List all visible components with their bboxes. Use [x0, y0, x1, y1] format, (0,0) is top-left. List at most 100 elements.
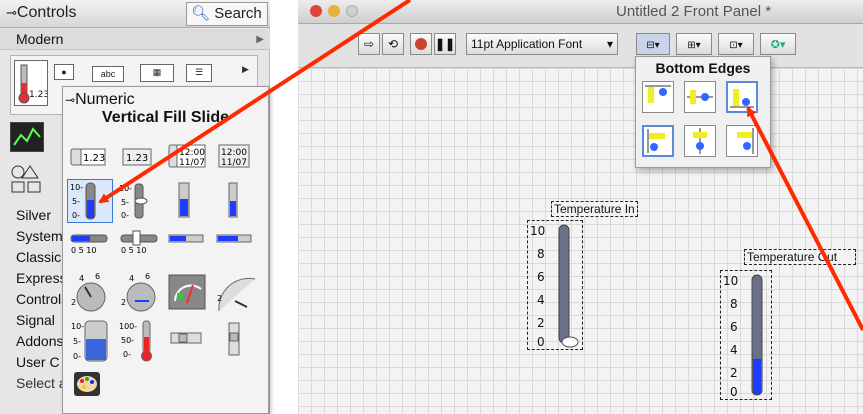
minimize-button[interactable]	[328, 5, 340, 17]
align-bottom-edges-button[interactable]	[726, 81, 758, 113]
timestamp-indicator[interactable]: 12:00 11/07	[215, 141, 257, 177]
align-top-edges-button[interactable]	[642, 81, 674, 113]
font-dropdown[interactable]: 11pt Application Font ▾	[466, 33, 618, 55]
category-silver[interactable]: Silver	[0, 205, 65, 226]
horizontal-graduated-bar[interactable]	[215, 227, 257, 263]
distribute-objects-button[interactable]: ⊞▾	[676, 33, 712, 55]
tank[interactable]: 10- 5- 0-	[69, 319, 111, 363]
toolbar: ⇨ ⟲ ❚❚ 11pt Application Font ▾ ⊟▾ ⊞▾ ⊡▾ …	[298, 24, 863, 68]
temperature-out-label[interactable]: Temperature Out	[744, 249, 856, 265]
temperature-in-label[interactable]: Temperature In	[551, 201, 638, 217]
temperature-out-scale: 10 8 6 4 2 0	[723, 274, 738, 399]
tick-label: 4	[537, 293, 545, 307]
gauge[interactable]: 2	[215, 271, 257, 313]
thermometer-icon: 1.23	[18, 64, 49, 104]
search-button[interactable]: 🔍︎ Search	[186, 2, 268, 26]
align-objects-button[interactable]: ⊟▾	[636, 33, 670, 55]
run-continuously-icon: ⟲	[387, 37, 399, 51]
array-icon[interactable]: ▦	[140, 64, 174, 82]
numeric-subpalette: ⊸Numeric Vertical Fill Slide 1.23 1.23 1…	[62, 86, 269, 414]
align-right-edges-button[interactable]	[726, 125, 758, 157]
tick-label: 2	[730, 366, 738, 380]
right-edges-icon	[737, 128, 754, 154]
svg-text:11/07: 11/07	[179, 158, 205, 168]
window-titlebar: Untitled 2 Front Panel *	[298, 0, 863, 24]
horizontal-progress-bar[interactable]	[167, 227, 209, 263]
meter[interactable]	[167, 271, 209, 313]
category-system[interactable]: System	[0, 226, 65, 247]
category-signal[interactable]: Signal	[0, 310, 65, 331]
category-user-controls[interactable]: User C	[0, 352, 65, 373]
magnifier-icon: 🔍︎	[191, 5, 211, 22]
modern-left-strip	[0, 116, 62, 206]
horizontal-pointer-slide[interactable]: 0 5 10	[119, 227, 161, 263]
reorder-icon: ✪▾	[770, 39, 786, 51]
vertical-graduated-bar[interactable]	[215, 181, 257, 218]
vertical-fill-slide[interactable]: 10- 5- 0-	[67, 179, 113, 223]
category-modern[interactable]: Modern ▶	[0, 29, 270, 50]
graph-icon[interactable]	[10, 122, 44, 152]
tick-label: 2	[537, 316, 545, 330]
run-continuously-button[interactable]: ⟲	[382, 33, 404, 55]
horizontal-fill-slide[interactable]: 0 5 10	[69, 227, 111, 263]
pin-icon[interactable]: ⊸	[65, 93, 75, 107]
temperature-out-slide[interactable]: 10 8 6 4 2 0	[720, 270, 772, 400]
align-popup-title: Bottom Edges	[655, 60, 751, 76]
numeric-category-icon[interactable]: 1.23	[14, 60, 49, 106]
svg-text:100-: 100-	[119, 322, 137, 331]
align-popup: Bottom Edges	[635, 56, 771, 168]
horizontal-scrollbar[interactable]	[167, 323, 209, 359]
run-button[interactable]: ⇨	[358, 33, 380, 55]
close-button[interactable]	[310, 5, 322, 17]
align-left-edges-button[interactable]	[642, 125, 674, 157]
dial[interactable]: 2 4 6	[119, 271, 161, 313]
temperature-in-slide[interactable]: 10 8 6 4 2 0	[527, 220, 583, 350]
resize-objects-button[interactable]: ⊡▾	[718, 33, 754, 55]
category-addons[interactable]: Addons	[0, 331, 65, 352]
pin-icon[interactable]: ⊸	[6, 5, 17, 20]
svg-text:1.23: 1.23	[126, 153, 148, 164]
color-box[interactable]	[71, 369, 103, 399]
thermometer[interactable]: 100- 50- 0-	[119, 319, 161, 363]
left-edges-icon	[647, 129, 665, 153]
palette-title: ⊸Controls	[6, 4, 77, 21]
temperature-in-pointer[interactable]	[561, 336, 579, 348]
zoom-button[interactable]	[346, 5, 358, 17]
tick-label: 8	[730, 297, 738, 311]
timestamp-control[interactable]: 12:00 11/07	[167, 141, 209, 177]
align-horizontal-centers-button[interactable]	[684, 125, 716, 157]
numeric-indicator[interactable]: 1.23	[119, 141, 161, 177]
knob[interactable]: 2 4 6	[69, 271, 111, 313]
vertical-progress-bar[interactable]	[167, 181, 209, 218]
reorder-button[interactable]: ✪▾	[760, 33, 796, 55]
pause-icon: ❚❚	[435, 37, 456, 51]
vertical-pointer-slide[interactable]: 10- 5- 0-	[117, 181, 159, 220]
abort-button[interactable]	[410, 33, 432, 55]
temperature-in-scale: 10 8 6 4 2 0	[530, 224, 545, 349]
pause-button[interactable]: ❚❚	[434, 33, 456, 55]
tick-label: 10	[723, 274, 738, 288]
svg-text:2: 2	[71, 298, 76, 307]
palette-icon	[74, 372, 100, 396]
svg-text:0-: 0-	[72, 211, 80, 220]
svg-text:6: 6	[145, 272, 150, 281]
category-classic[interactable]: Classic	[0, 247, 65, 268]
string-icon[interactable]: abc	[92, 66, 124, 82]
svg-text:4: 4	[129, 274, 134, 283]
boolean-icon[interactable]: ●	[54, 64, 74, 80]
decorations-icon[interactable]	[10, 164, 44, 194]
search-label: Search	[214, 5, 262, 22]
svg-text:4: 4	[79, 274, 84, 283]
distribute-icon: ⊞▾	[687, 40, 701, 51]
list-icon[interactable]: ☰	[186, 64, 212, 82]
svg-text:0-: 0-	[73, 352, 81, 361]
numeric-control[interactable]: 1.23	[69, 141, 111, 177]
top-edges-icon	[645, 85, 671, 103]
hover-label: Vertical Fill Slide	[101, 109, 230, 126]
vertical-scrollbar[interactable]	[215, 319, 257, 359]
svg-text:10-: 10-	[71, 322, 84, 331]
category-express[interactable]: Express	[0, 268, 65, 289]
category-controls[interactable]: Controls	[0, 289, 65, 310]
align-vertical-centers-button[interactable]	[684, 81, 716, 113]
horizontal-centers-icon	[693, 128, 707, 154]
